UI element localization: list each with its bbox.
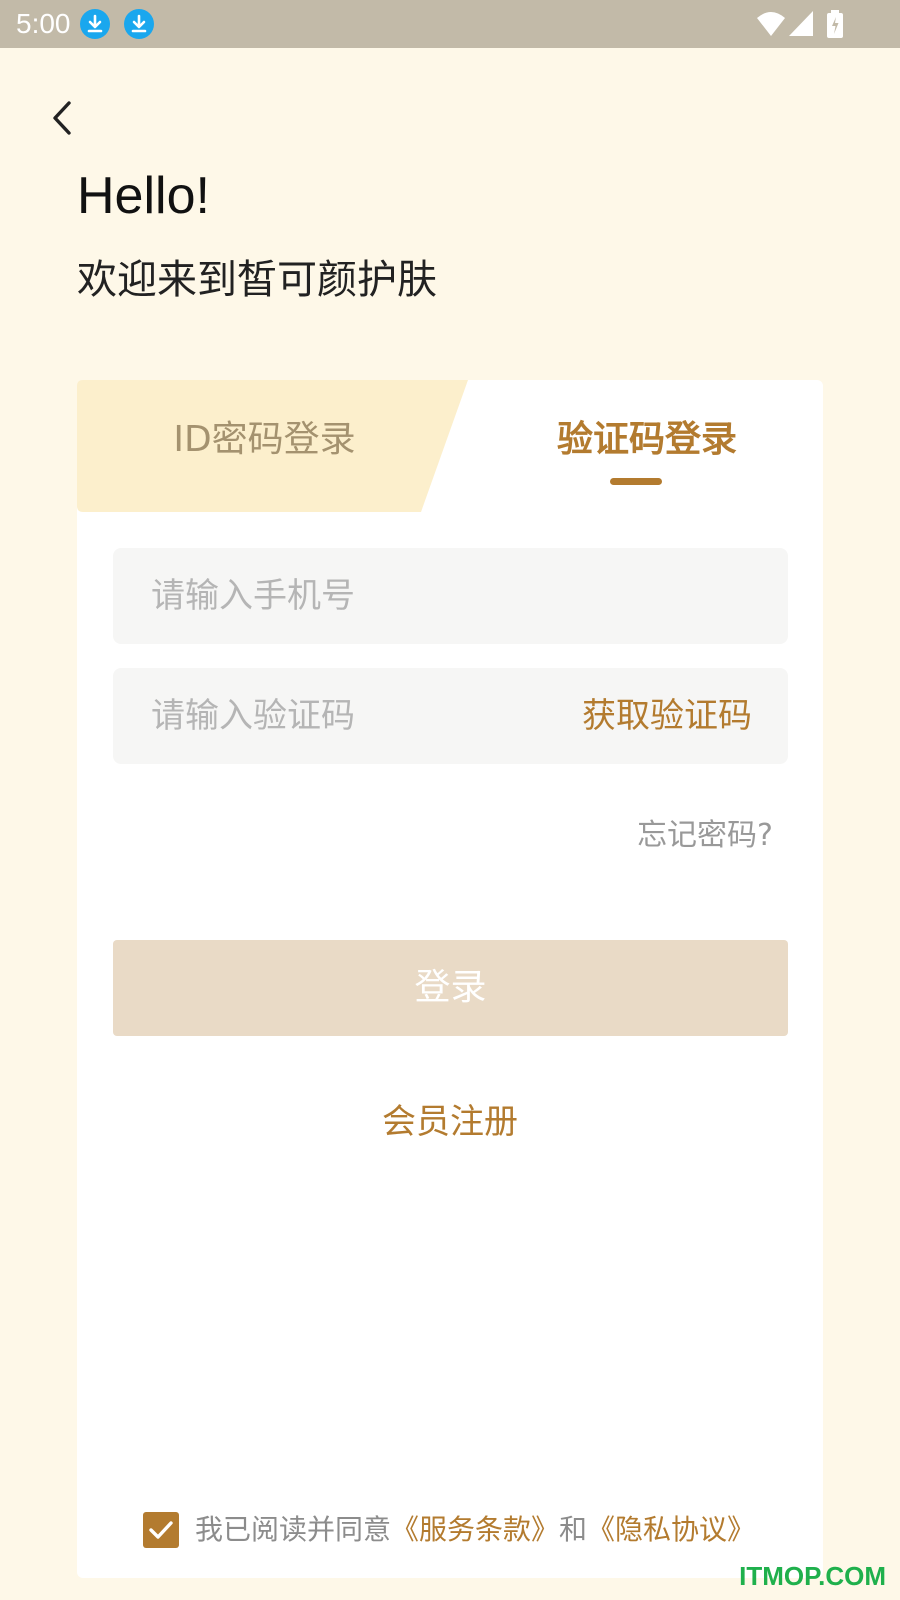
register-link[interactable]: 会员注册 (77, 1098, 823, 1146)
get-code-button[interactable]: 获取验证码 (582, 668, 752, 764)
status-time: 5:00 (16, 8, 71, 39)
forgot-password-link[interactable]: 忘记密码? (637, 816, 773, 856)
welcome-subtitle: 欢迎来到皙可颜护肤 (77, 257, 437, 303)
download-icon (124, 9, 154, 39)
watermark: ITMOP.COM (739, 1561, 886, 1591)
greeting-title: Hello! (77, 167, 210, 225)
agreement-checkbox[interactable] (143, 1512, 179, 1548)
phone-field (113, 548, 788, 644)
privacy-policy-link[interactable]: 《隐私协议》 (587, 1513, 755, 1546)
verification-code-field: 获取验证码 (113, 668, 788, 764)
verification-code-input[interactable] (151, 668, 531, 764)
signal-icon (788, 10, 814, 42)
checkmark-icon (149, 1521, 173, 1539)
battery-charging-icon (826, 10, 844, 42)
tab-sms-code-login[interactable]: 验证码登录 (482, 410, 812, 470)
terms-of-service-link[interactable]: 《服务条款》 (391, 1513, 559, 1546)
agreement-text: 我已阅读并同意《服务条款》和《隐私协议》 (195, 1510, 755, 1550)
login-button[interactable]: 登录 (113, 940, 788, 1036)
agreement-prefix: 我已阅读并同意 (195, 1513, 392, 1546)
download-icon (80, 9, 110, 39)
tab-id-password-login[interactable]: ID密码登录 (77, 410, 452, 470)
chevron-left-icon (53, 101, 71, 135)
login-card: ID密码登录 验证码登录 获取验证码 忘记密码? 登录 会员注册 我已阅读并同意… (77, 380, 823, 1578)
phone-input[interactable] (151, 548, 761, 644)
status-bar: 5:00 (0, 0, 900, 48)
wifi-icon (756, 10, 786, 42)
active-tab-indicator (610, 478, 662, 485)
agreement-conjunction: 和 (559, 1513, 588, 1546)
back-button[interactable] (40, 95, 86, 141)
